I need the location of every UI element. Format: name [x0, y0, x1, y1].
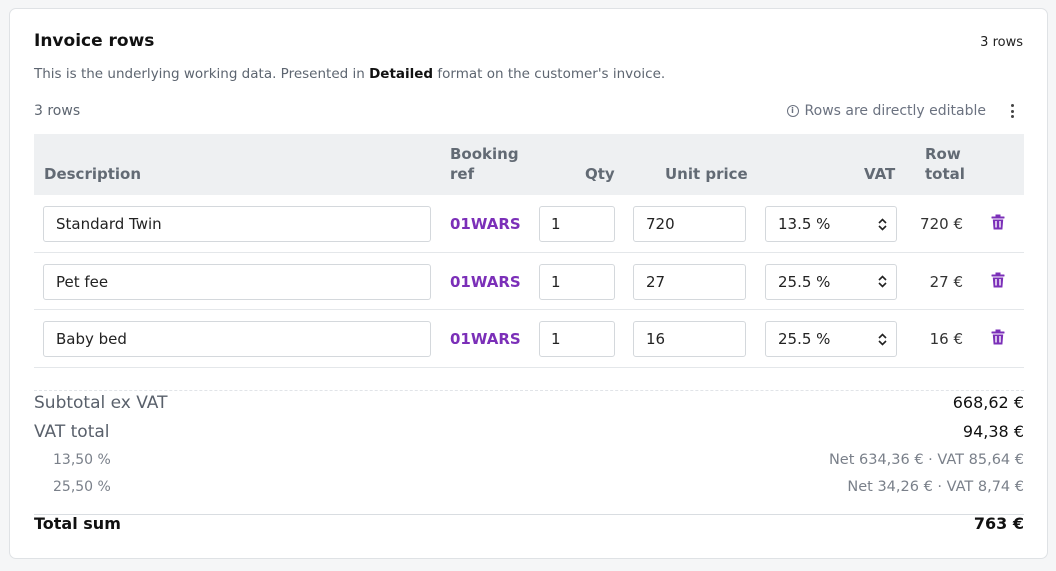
table-row: Baby bed 01WARS 1 16 25.5 % 16 €	[34, 310, 1024, 368]
description-input[interactable]: Pet fee	[43, 263, 431, 300]
row-total: 27 €	[929, 272, 963, 291]
column-header-row-total: Row total	[925, 144, 965, 184]
vat-breakdown-line: 13,50 % Net 634,36 € · VAT 85,64 €	[34, 452, 1024, 468]
table-header: Description Booking ref Qty Unit price V…	[34, 134, 1024, 195]
vat-select[interactable]: 13.5 %	[765, 206, 897, 242]
vat-breakdown-detail: Net 634,36 € · VAT 85,64 €	[828, 452, 1024, 468]
trash-icon[interactable]	[991, 272, 1005, 288]
subtitle-format: Detailed	[369, 66, 434, 82]
row-total: 720 €	[920, 215, 963, 233]
unit-price-input[interactable]: 27	[633, 263, 746, 300]
vat-select-value: 25.5 %	[778, 330, 831, 348]
column-header-row-total-line1: Row	[925, 145, 961, 163]
description-input[interactable]: Baby bed	[43, 321, 431, 357]
total-sum-line: Total sum 763 €	[34, 514, 1024, 533]
vat-breakdown-detail: Net 34,26 € · VAT 8,74 €	[847, 479, 1024, 495]
column-header-qty: Qty	[585, 165, 615, 183]
invoice-rows-card: Invoice rows 3 rows This is the underlyi…	[9, 8, 1048, 559]
select-updown-icon	[878, 217, 887, 231]
qty-input[interactable]: 1	[539, 263, 615, 300]
vat-total-line: VAT total 94,38 €	[34, 422, 1024, 442]
column-header-booking-ref-line1: Booking	[450, 145, 519, 163]
vat-select[interactable]: 25.5 %	[765, 321, 897, 357]
select-updown-icon	[878, 332, 887, 346]
row-count-badge: 3 rows	[980, 35, 1023, 50]
subtotal-label: Subtotal ex VAT	[34, 393, 168, 413]
vat-select-value: 25.5 %	[778, 272, 831, 291]
column-header-unit-price: Unit price	[665, 165, 748, 183]
booking-ref-link[interactable]: 01WARS	[450, 272, 521, 292]
table-row: Pet fee 01WARS 1 27 25.5 % 27 €	[34, 253, 1024, 310]
qty-input[interactable]: 1	[539, 206, 615, 242]
invoice-rows-table: Description Booking ref Qty Unit price V…	[34, 134, 1024, 368]
vat-select[interactable]: 25.5 %	[765, 263, 897, 300]
vat-total-value: 94,38 €	[962, 422, 1024, 441]
vat-rate: 13,50 %	[53, 452, 111, 468]
column-header-booking-ref: Booking ref	[450, 144, 519, 184]
unit-price-input[interactable]: 720	[633, 206, 746, 242]
total-sum-value: 763 €	[973, 514, 1024, 533]
vat-total-label: VAT total	[34, 422, 110, 442]
rows-count-label: 3 rows	[34, 103, 81, 119]
subtotal-value: 668,62 €	[952, 393, 1024, 412]
kebab-menu-icon[interactable]	[1005, 101, 1019, 121]
column-header-vat: VAT	[864, 165, 896, 183]
editable-note-text: Rows are directly editable	[804, 103, 986, 119]
vat-rate: 25,50 %	[53, 479, 111, 495]
column-header-row-total-line2: total	[925, 165, 965, 183]
info-circle-icon: i	[786, 105, 799, 117]
booking-ref-link[interactable]: 01WARS	[450, 214, 521, 234]
section-title: Invoice rows	[34, 31, 155, 51]
table-row: Standard Twin 01WARS 1 720 13.5 % 720 €	[34, 195, 1024, 253]
subtitle-suffix: format on the customer's invoice.	[433, 66, 666, 82]
booking-ref-link[interactable]: 01WARS	[450, 329, 521, 349]
section-subtitle: This is the underlying working data. Pre…	[34, 66, 665, 82]
select-updown-icon	[878, 275, 887, 288]
trash-icon[interactable]	[991, 214, 1005, 230]
total-sum-label: Total sum	[34, 514, 121, 533]
row-total: 16 €	[929, 330, 963, 348]
subtotal-line: Subtotal ex VAT 668,62 €	[34, 393, 1024, 413]
subtitle-prefix: This is the underlying working data. Pre…	[34, 66, 370, 82]
editable-note: i Rows are directly editable	[786, 103, 986, 119]
column-header-description: Description	[44, 165, 142, 183]
vat-breakdown-line: 25,50 % Net 34,26 € · VAT 8,74 €	[34, 479, 1024, 495]
column-header-booking-ref-line2: ref	[450, 165, 475, 183]
summary-divider	[34, 390, 1024, 391]
qty-input[interactable]: 1	[539, 321, 615, 357]
unit-price-input[interactable]: 16	[633, 321, 746, 357]
vat-select-value: 13.5 %	[778, 215, 831, 233]
description-input[interactable]: Standard Twin	[43, 206, 431, 242]
trash-icon[interactable]	[991, 329, 1005, 345]
